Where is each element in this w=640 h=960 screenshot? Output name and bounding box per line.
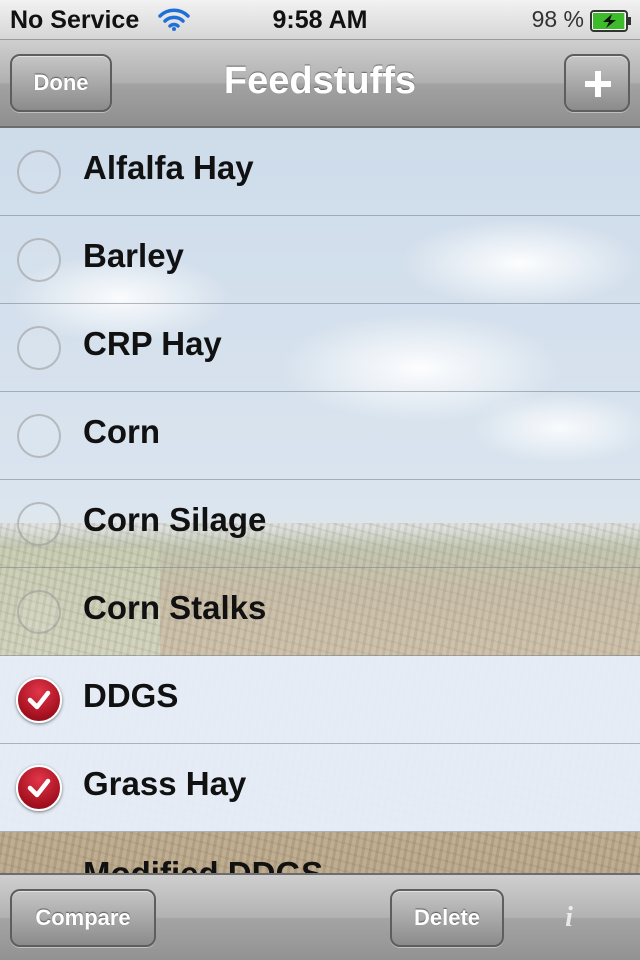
battery-percent: 98 % — [531, 6, 584, 32]
list-item[interactable]: Corn Stalks — [0, 568, 640, 656]
list-item[interactable]: Modified DDGS — [0, 832, 640, 873]
info-icon[interactable]: i — [554, 903, 584, 933]
list-item[interactable]: Corn Silage — [0, 480, 640, 568]
feedstuff-name: Alfalfa Hay — [83, 149, 254, 186]
list-item[interactable]: Grass Hay — [0, 744, 640, 832]
feedstuff-name: Barley — [83, 237, 184, 274]
list-item[interactable]: Alfalfa Hay — [0, 128, 640, 216]
compare-button[interactable]: Compare — [10, 889, 156, 947]
feedstuff-name: Grass Hay — [83, 765, 247, 802]
feedstuff-name: Corn — [83, 413, 160, 450]
unchecked-radio-icon[interactable] — [17, 502, 61, 546]
checkmark-icon[interactable] — [16, 677, 62, 723]
feedstuff-name: CRP Hay — [83, 325, 222, 362]
page-title: Feedstuffs — [223, 60, 417, 102]
unchecked-radio-icon[interactable] — [17, 590, 61, 634]
bottom-toolbar: Compare Delete i — [0, 873, 640, 960]
unchecked-radio-icon[interactable] — [17, 150, 61, 194]
plus-icon — [585, 71, 611, 97]
feedstuff-name: DDGS — [83, 677, 179, 714]
feedstuff-list[interactable]: Alfalfa Hay Barley CRP Hay Corn Corn Sil… — [0, 128, 640, 873]
list-item[interactable]: DDGS — [0, 656, 640, 744]
add-feedstuff-button[interactable] — [564, 54, 630, 112]
unchecked-radio-icon[interactable] — [17, 414, 61, 458]
list-item[interactable]: CRP Hay — [0, 304, 640, 392]
list-item[interactable]: Corn — [0, 392, 640, 480]
battery-charging-icon — [590, 10, 632, 37]
status-bar: No Service 9:58 AM 98 % — [0, 0, 640, 40]
unchecked-radio-icon[interactable] — [17, 238, 61, 282]
feedstuff-name: Corn Stalks — [83, 589, 267, 626]
feedstuff-name: Modified DDGS — [83, 855, 323, 873]
feedstuff-name: Corn Silage — [83, 501, 267, 538]
delete-button[interactable]: Delete — [390, 889, 504, 947]
list-item[interactable]: Barley — [0, 216, 640, 304]
unchecked-radio-icon[interactable] — [17, 326, 61, 370]
checkmark-icon[interactable] — [16, 765, 62, 811]
navigation-bar: Done Feedstuffs — [0, 40, 640, 128]
